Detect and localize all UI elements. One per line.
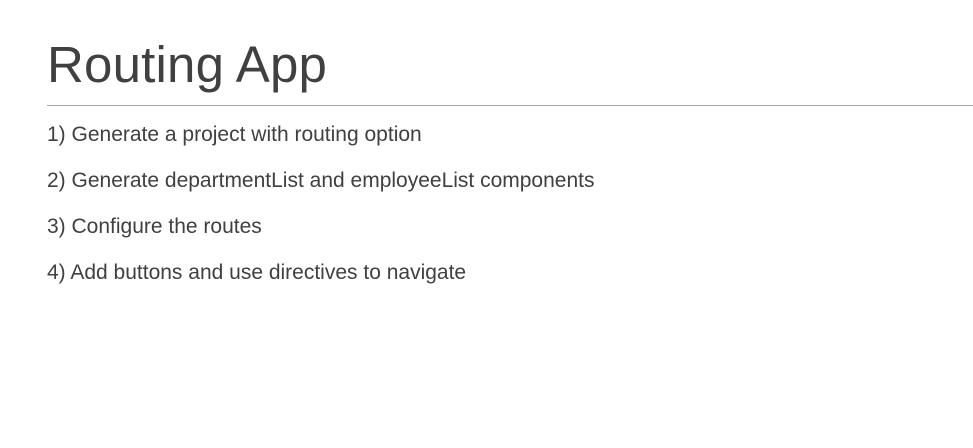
steps-list: 1) Generate a project with routing optio… [47,120,595,304]
slide-title: Routing App [47,36,328,93]
step-item: 4) Add buttons and use directives to nav… [47,261,467,284]
step-item: 3) Configure the routes [47,215,262,238]
slide: Routing App 1) Generate a project with r… [0,0,973,448]
title-divider [47,105,973,106]
step-item: 1) Generate a project with routing optio… [47,123,422,146]
step-item: 2) Generate departmentList and employeeL… [47,169,595,192]
